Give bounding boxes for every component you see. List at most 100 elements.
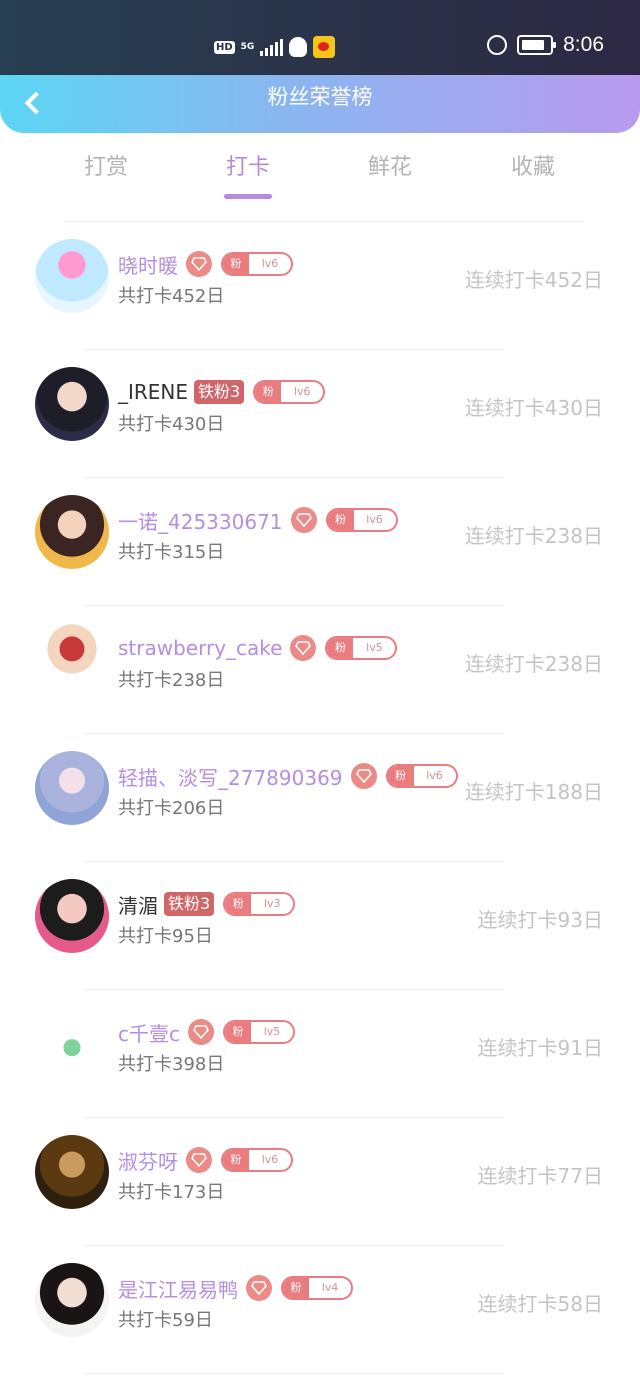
fan-level-badge: 粉 lv6	[221, 1148, 293, 1172]
list-item[interactable]: 一诺_425330671 粉 lv6 共打卡315日 连续打卡238日	[0, 478, 640, 606]
avatar[interactable]	[35, 879, 109, 953]
checkin-streak: 连续打卡238日	[464, 652, 603, 676]
status-bar: HD 5G 8:06	[0, 0, 640, 75]
alarm-icon	[487, 35, 508, 55]
checkin-streak: 连续打卡91日	[477, 1036, 603, 1060]
signal-icon	[260, 38, 284, 56]
fan-level: lv6	[293, 385, 311, 398]
total-checkin: 共打卡59日	[118, 1310, 213, 1331]
weibo-icon	[313, 36, 336, 58]
clock: 8:06	[563, 33, 604, 56]
avatar[interactable]	[35, 751, 109, 825]
list-item[interactable]: _IRENE 铁粉3 粉 lv6 共打卡430日 连续打卡430日	[0, 350, 640, 478]
network-type: 5G	[240, 41, 255, 52]
tab-checkin-label: 打卡	[225, 155, 270, 180]
user-name[interactable]: 清湄	[118, 890, 158, 919]
total-checkin: 共打卡95日	[118, 926, 213, 947]
checkin-streak: 连续打卡238日	[464, 524, 603, 548]
fan-label: 粉	[327, 638, 354, 658]
avatar[interactable]	[35, 623, 109, 697]
iron-fan-badge: 铁粉3	[194, 380, 245, 404]
list-item[interactable]: 是江江易易鸭 粉 lv4 共打卡59日 连续打卡58日	[0, 1246, 640, 1374]
total-checkin: 共打卡238日	[118, 670, 225, 691]
checkin-streak: 连续打卡58日	[477, 1292, 603, 1316]
total-checkin: 共打卡206日	[118, 798, 225, 819]
avatar[interactable]	[35, 239, 109, 313]
total-checkin: 共打卡430日	[118, 414, 225, 435]
name-line: 晓时暖 粉 lv6	[118, 249, 293, 279]
tab-favorites[interactable]: 收藏	[473, 146, 593, 190]
fan-level: lv6	[426, 769, 443, 782]
user-name[interactable]: c千壹c	[118, 1018, 180, 1047]
diamond-badge-icon	[246, 1275, 272, 1301]
checkin-streak: 连续打卡430日	[464, 396, 603, 420]
diamond-badge-icon	[186, 251, 212, 277]
tab-flowers[interactable]: 鲜花	[330, 146, 450, 190]
total-checkin: 共打卡398日	[118, 1054, 225, 1075]
list-item[interactable]: 淑芬呀 粉 lv6 共打卡173日 连续打卡77日	[0, 1118, 640, 1246]
fan-level-badge: 粉 lv4	[281, 1276, 353, 1300]
user-name[interactable]: strawberry_cake	[118, 636, 282, 660]
fan-level-badge: 粉 lv6	[385, 764, 458, 788]
hd-indicator: HD	[214, 40, 235, 54]
fan-label: 粉	[223, 1150, 249, 1170]
row-divider	[84, 1373, 504, 1374]
tab-checkin[interactable]: 打卡	[188, 146, 308, 199]
fan-level: lv6	[261, 1153, 279, 1166]
fan-level-badge: 粉 lv6	[253, 380, 326, 404]
avatar[interactable]	[35, 495, 109, 569]
user-name[interactable]: 轻描、淡写_277890369	[118, 762, 343, 791]
user-name[interactable]: 晓时暖	[118, 250, 178, 279]
fan-level: lv3	[263, 897, 281, 910]
name-line: _IRENE 铁粉3 粉 lv6	[118, 377, 326, 407]
total-checkin: 共打卡173日	[118, 1182, 225, 1203]
fan-label: 粉	[255, 382, 282, 402]
list-item[interactable]: 清湄 铁粉3 粉 lv3 共打卡95日 连续打卡93日	[0, 862, 640, 990]
fan-label: 粉	[283, 1278, 309, 1298]
qq-icon	[289, 37, 308, 57]
header-bar: 粉丝荣誉榜	[0, 75, 640, 133]
total-checkin: 共打卡452日	[118, 286, 225, 307]
user-name[interactable]: 一诺_425330671	[118, 506, 283, 535]
avatar[interactable]	[35, 1007, 109, 1081]
fan-label: 粉	[225, 894, 252, 914]
avatar[interactable]	[35, 1263, 109, 1337]
fan-level: lv5	[366, 641, 383, 654]
status-left-icons: HD 5G	[214, 36, 336, 58]
fan-label: 粉	[387, 766, 414, 786]
checkin-streak: 连续打卡77日	[477, 1164, 603, 1188]
fan-label: 粉	[225, 1022, 251, 1042]
page-title: 粉丝荣誉榜	[267, 85, 373, 109]
user-name[interactable]: _IRENE	[118, 380, 188, 404]
fan-level: lv4	[321, 1281, 339, 1294]
avatar[interactable]	[35, 1135, 109, 1209]
name-line: 轻描、淡写_277890369 粉 lv6	[118, 761, 458, 791]
tab-active-indicator	[224, 194, 272, 199]
list-item[interactable]: strawberry_cake 粉 lv5 共打卡238日 连续打卡238日	[0, 606, 640, 734]
fan-label: 粉	[327, 510, 354, 530]
list-item[interactable]: 晓时暖 粉 lv6 共打卡452日 连续打卡452日	[0, 222, 640, 350]
list-item[interactable]: 轻描、淡写_277890369 粉 lv6 共打卡206日 连续打卡188日	[0, 734, 640, 862]
name-line: 一诺_425330671 粉 lv6	[118, 505, 398, 535]
user-name[interactable]: 淑芬呀	[118, 1146, 178, 1175]
checkin-streak: 连续打卡452日	[464, 268, 603, 292]
fan-level-badge: 粉 lv6	[221, 252, 293, 276]
user-name[interactable]: 是江江易易鸭	[118, 1274, 238, 1303]
fan-ranking-list: 晓时暖 粉 lv6 共打卡452日 连续打卡452日 _IRENE 铁粉3 粉 …	[0, 222, 640, 1374]
fan-level: lv6	[366, 513, 383, 526]
fan-level-badge: 粉 lv6	[325, 508, 398, 532]
tab-reward[interactable]: 打赏	[46, 146, 166, 190]
name-line: 清湄 铁粉3 粉 lv3	[118, 889, 296, 919]
battery-icon	[517, 35, 557, 55]
checkin-streak: 连续打卡188日	[464, 780, 603, 804]
list-item[interactable]: c千壹c 粉 lv5 共打卡398日 连续打卡91日	[0, 990, 640, 1118]
fan-level: lv6	[261, 257, 279, 270]
name-line: c千壹c 粉 lv5	[118, 1017, 295, 1047]
total-checkin: 共打卡315日	[118, 542, 225, 563]
fan-level-badge: 粉 lv5	[325, 636, 398, 660]
name-line: 淑芬呀 粉 lv6	[118, 1145, 293, 1175]
fan-level-badge: 粉 lv5	[223, 1020, 295, 1044]
diamond-badge-icon	[186, 1147, 212, 1173]
name-line: 是江江易易鸭 粉 lv4	[118, 1273, 353, 1303]
avatar[interactable]	[35, 367, 109, 441]
